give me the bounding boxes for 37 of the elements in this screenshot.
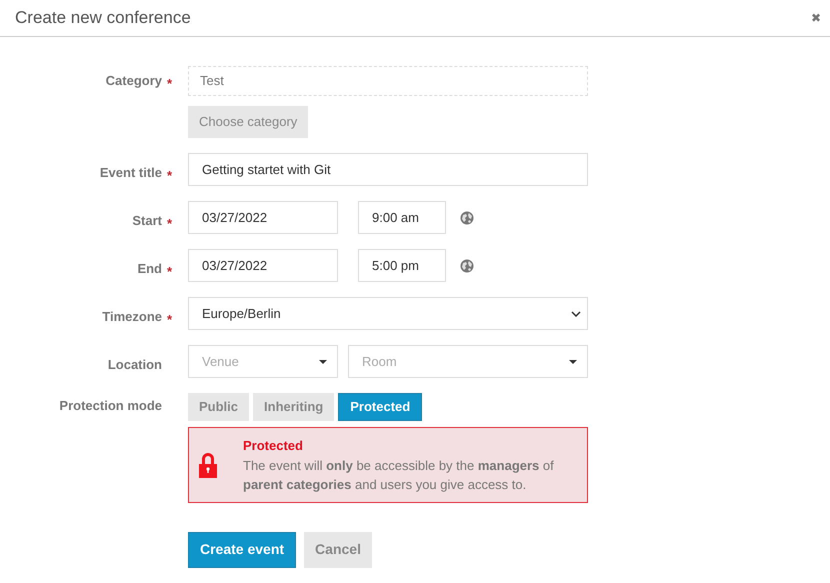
notice-title: Protected: [243, 437, 304, 455]
globe-icon[interactable]: [460, 258, 474, 272]
field-label: End: [137, 261, 162, 276]
required-mark: *: [167, 312, 172, 327]
required-mark: *: [167, 76, 172, 91]
field-label: Timezone: [102, 309, 162, 324]
field-label: Protection mode: [59, 398, 162, 413]
timezone-select[interactable]: Europe/Berlin: [188, 297, 588, 330]
event-title-field[interactable]: Getting startet with Git: [188, 153, 588, 186]
protection-option[interactable]: Protected: [338, 393, 422, 421]
time-field[interactable]: 9:00 am: [358, 201, 446, 234]
dialog-title: Create new conference: [15, 7, 191, 30]
create-event-button[interactable]: Create event: [188, 532, 296, 568]
close-button[interactable]: ✖: [811, 9, 821, 27]
field-label: Category: [106, 73, 162, 88]
field-label: Location: [108, 357, 162, 372]
field-label: Start: [132, 213, 162, 228]
required-mark: *: [167, 168, 172, 183]
lock-icon: [199, 452, 217, 478]
room-dropdown[interactable]: Room: [348, 345, 588, 378]
required-mark: *: [167, 216, 172, 231]
chevron-down-icon: [571, 310, 581, 316]
date-field[interactable]: 03/27/2022: [188, 249, 338, 282]
cancel-button[interactable]: Cancel: [304, 532, 372, 568]
date-field[interactable]: 03/27/2022: [188, 201, 338, 234]
globe-icon[interactable]: [460, 210, 474, 224]
caret-icon: [319, 360, 327, 364]
protection-option[interactable]: Inheriting: [253, 393, 334, 421]
protection-option[interactable]: Public: [188, 393, 250, 421]
venue-dropdown[interactable]: Venue: [188, 345, 338, 378]
required-mark: *: [167, 264, 172, 279]
caret-icon: [569, 360, 577, 364]
notice-text: The event will only be accessible by the managers of parent categories and users you give access to.: [243, 456, 555, 494]
field-label: Event title: [100, 165, 162, 180]
category-field: Test: [188, 66, 588, 96]
choose-category-button[interactable]: Choose category: [188, 106, 308, 138]
time-field[interactable]: 5:00 pm: [358, 249, 446, 282]
